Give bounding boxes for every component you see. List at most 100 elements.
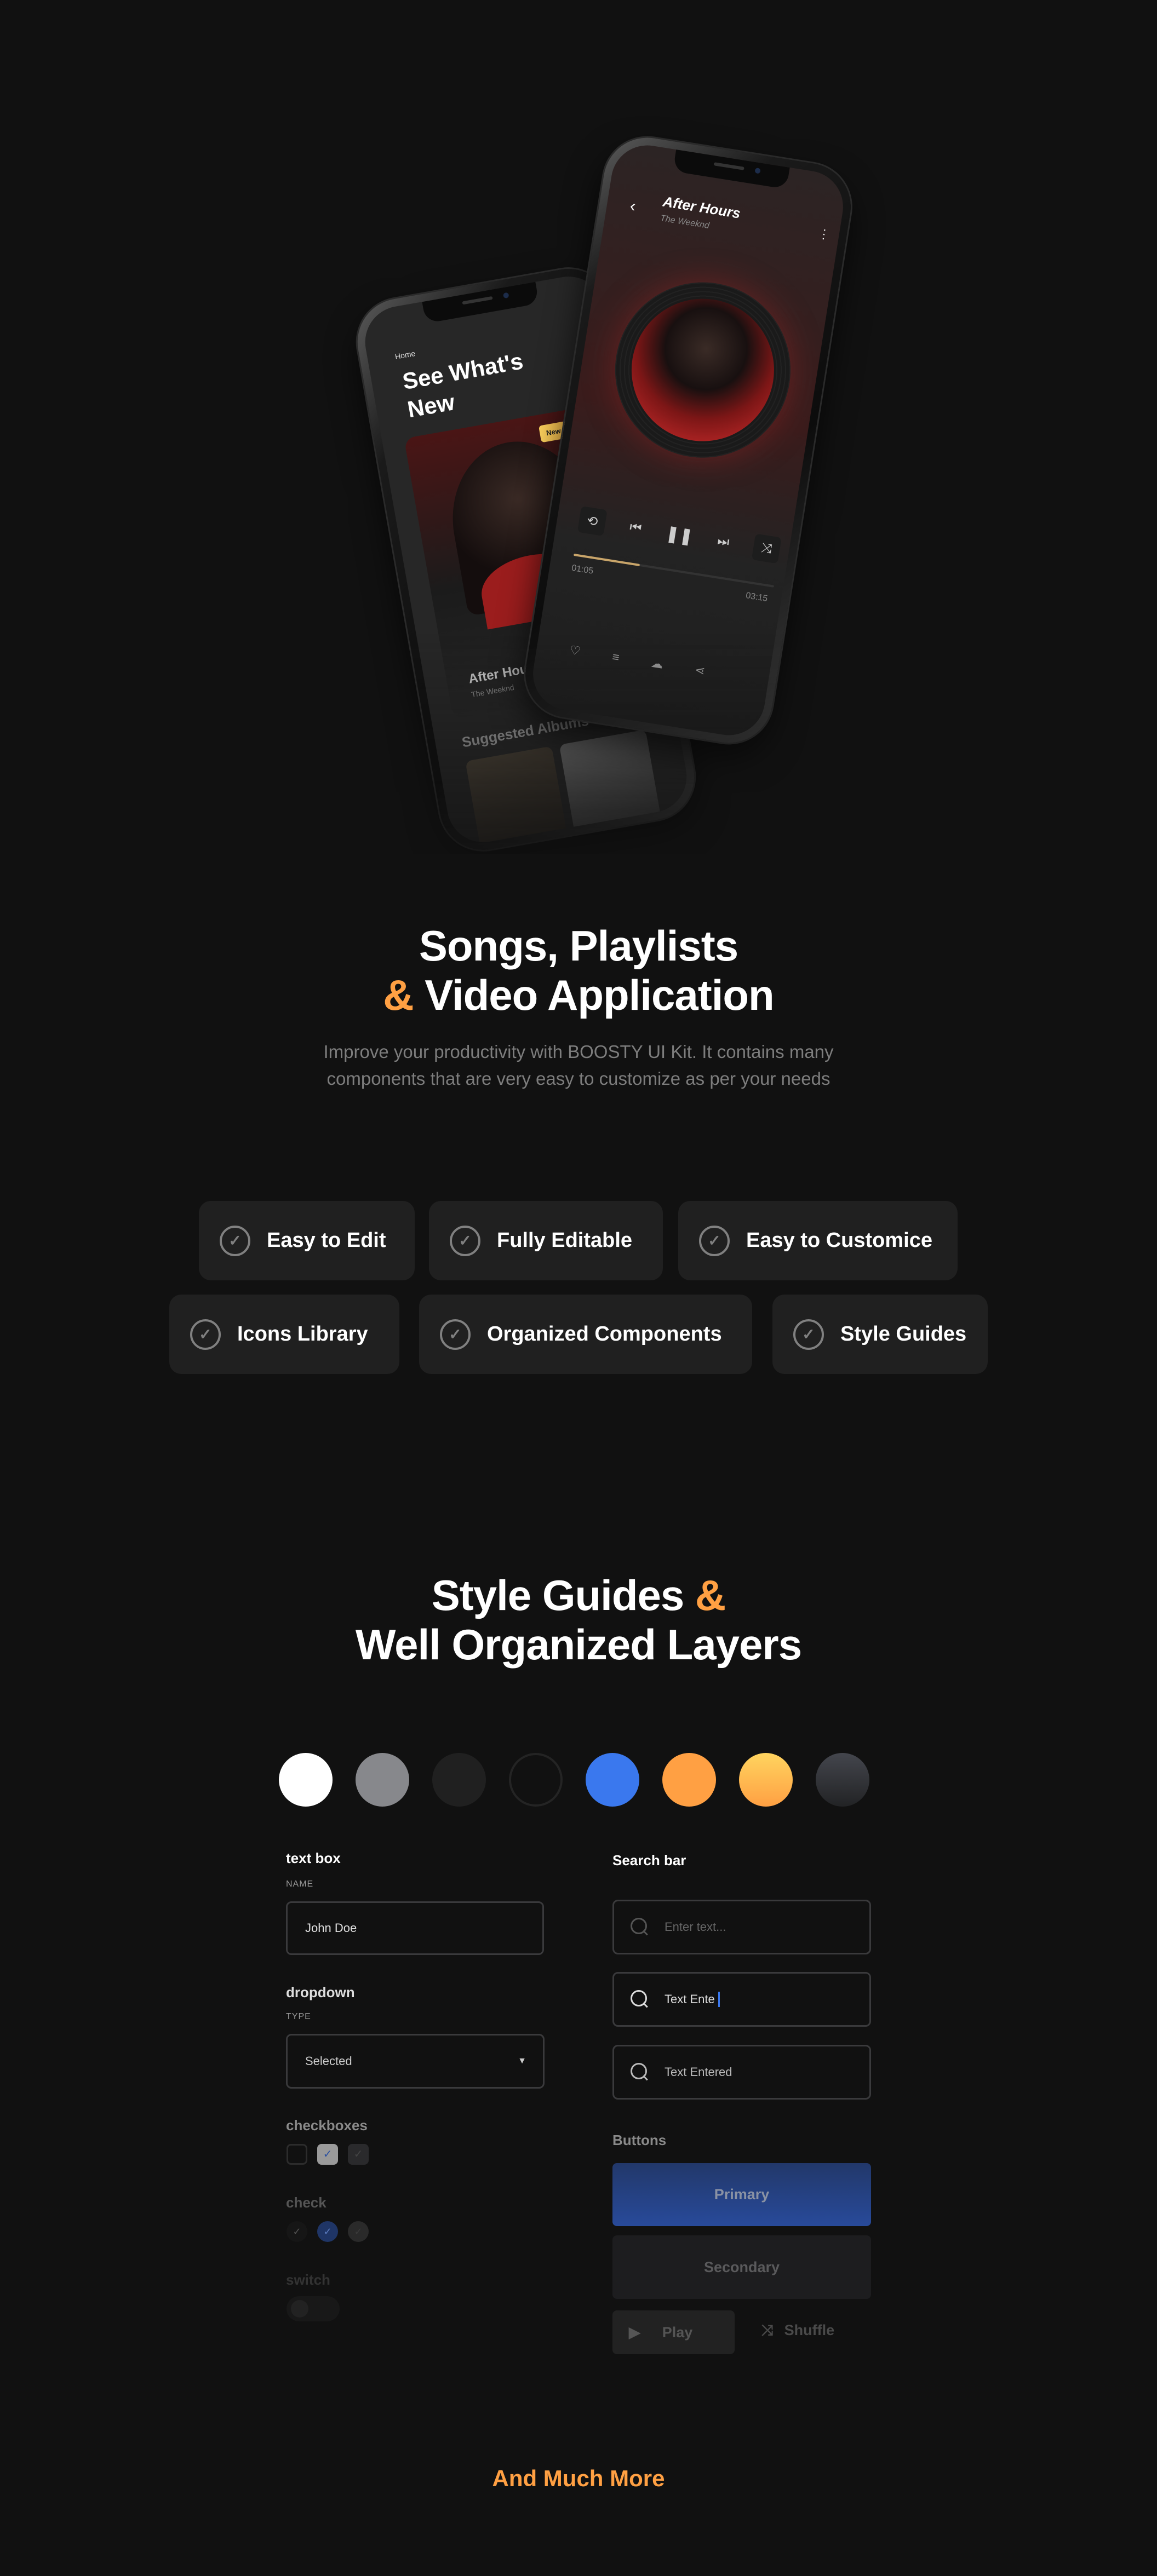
check-circle-icon: ✓: [450, 1225, 480, 1256]
home-title: See What's New: [400, 347, 530, 424]
phone-notch: [422, 281, 540, 324]
progress-fill: [573, 553, 640, 566]
play-icon: ▶: [629, 2324, 640, 2341]
feature-organized-components: ✓ Organized Components: [419, 1295, 752, 1374]
pause-icon[interactable]: ❚❚: [665, 523, 695, 546]
album-art: [621, 288, 784, 452]
play-button-label: Play: [662, 2324, 693, 2341]
primary-button[interactable]: Primary: [612, 2163, 871, 2226]
heart-icon[interactable]: ♡: [569, 643, 581, 659]
checkbox-unchecked[interactable]: [287, 2144, 307, 2165]
feature-easy-to-edit: ✓ Easy to Edit: [199, 1201, 415, 1280]
color-swatch: [739, 1753, 793, 1807]
search-entered-value: Text Entered: [665, 2065, 732, 2079]
check-selected[interactable]: ✓: [317, 2221, 338, 2242]
search-input-empty[interactable]: Enter text...: [612, 1900, 871, 1954]
suggested-album-tile[interactable]: [559, 729, 663, 842]
playback-controls: ⟲ ⏮ ❚❚ ⏭ ⤨: [577, 506, 782, 564]
next-icon[interactable]: ⏭: [717, 533, 731, 550]
search-icon: [631, 2063, 649, 2082]
search-input-entered[interactable]: Text Entered: [612, 2045, 871, 2100]
checkbox-checked[interactable]: ✓: [317, 2144, 338, 2165]
shuffle-button[interactable]: ⤨ Shuffle: [761, 2322, 834, 2339]
and-much-more: And Much More: [492, 2465, 665, 2491]
caret-down-icon: ▼: [518, 2056, 526, 2066]
type-dropdown[interactable]: Selected ▼: [286, 2034, 545, 2089]
color-swatch: [662, 1753, 716, 1807]
search-input-typing[interactable]: Text Ente: [612, 1972, 871, 2027]
hero-mockups: Home See What's New New Album ▶ After Ho…: [0, 0, 1157, 854]
intro-description: Improve your productivity with BOOSTY UI…: [323, 1042, 834, 1089]
style-guides-title-text: Style Guides: [431, 1571, 684, 1619]
total-time: 03:15: [745, 591, 769, 604]
check-circle-icon: ✓: [699, 1225, 730, 1256]
check-disabled[interactable]: ✓: [348, 2221, 369, 2242]
color-swatch: [279, 1753, 333, 1807]
suggested-album-tile[interactable]: [465, 746, 569, 848]
phone-notch: [672, 149, 790, 189]
feature-label: Style Guides: [840, 1323, 967, 1346]
ampersand: &: [383, 971, 414, 1019]
text-cursor: [718, 1992, 720, 2007]
previous-icon[interactable]: ⏮: [628, 519, 643, 536]
feature-label: Easy to Edit: [267, 1229, 386, 1252]
back-chevron-icon[interactable]: ‹: [628, 197, 637, 216]
feature-label: Organized Components: [487, 1323, 722, 1346]
check-heading: check: [286, 2194, 327, 2211]
check-circle-icon: ✓: [440, 1319, 471, 1350]
check-unselected[interactable]: ✓: [287, 2221, 307, 2242]
text-box-heading: text box: [286, 1850, 341, 1866]
feature-fully-editable: ✓ Fully Editable: [429, 1201, 663, 1280]
elapsed-time: 01:05: [571, 563, 594, 576]
share-icon[interactable]: ⋖: [694, 663, 706, 679]
shuffle-icon: ⤨: [761, 2322, 774, 2338]
primary-button-label: Primary: [714, 2186, 770, 2203]
style-guides-title-line2: Well Organized Layers: [355, 1620, 802, 1669]
check-circle-icon: ✓: [793, 1319, 824, 1350]
color-swatch: [509, 1753, 563, 1807]
switch-toggle[interactable]: [287, 2296, 340, 2321]
shuffle-icon[interactable]: ⤨: [751, 533, 782, 564]
checkbox-disabled[interactable]: ✓: [348, 2144, 369, 2165]
name-input-value: John Doe: [305, 1921, 357, 1935]
search-icon: [631, 1918, 649, 1936]
feature-icons-library: ✓ Icons Library: [169, 1295, 399, 1374]
download-cloud-icon[interactable]: ☁: [650, 656, 665, 672]
repeat-icon[interactable]: ⟲: [577, 506, 608, 536]
color-swatch: [816, 1753, 869, 1807]
phone-player: ‹ After Hours The Weeknd · · · ⟲ ⏮ ❚❚ ⏭ ⤨ …: [519, 131, 857, 750]
play-button[interactable]: ▶ Play: [612, 2310, 735, 2354]
search-placeholder: Enter text...: [665, 1920, 726, 1934]
secondary-button-label: Secondary: [703, 2258, 780, 2275]
search-bar-heading: Search bar: [612, 1852, 686, 1868]
color-swatch: [586, 1753, 639, 1807]
secondary-button[interactable]: Secondary: [612, 2235, 871, 2299]
more-options-icon[interactable]: · · ·: [820, 222, 828, 245]
ampersand: &: [695, 1571, 726, 1619]
dropdown-heading: dropdown: [286, 1984, 355, 2000]
player-actions: ♡ ≡ ☁ ⋖: [569, 643, 706, 679]
intro-title: Songs, Playlists & Video Application: [0, 921, 1157, 1020]
style-guides-title: Style Guides & Well Organized Layers: [0, 1571, 1157, 1669]
vinyl-record: [602, 269, 803, 470]
add-to-playlist-icon[interactable]: ≡: [611, 649, 621, 665]
feature-label: Easy to Customice: [746, 1229, 932, 1252]
color-swatch: [356, 1753, 409, 1807]
name-label: NAME: [286, 1879, 314, 1889]
switch-heading: switch: [286, 2272, 330, 2288]
check-circle-icon: ✓: [190, 1319, 221, 1350]
feature-easy-to-customize: ✓ Easy to Customice: [678, 1201, 958, 1280]
intro-title-line2: & Video Application: [0, 970, 1157, 1020]
name-input[interactable]: John Doe: [286, 1901, 544, 1955]
intro-title-line1: Songs, Playlists: [419, 922, 738, 970]
check-circle-icon: ✓: [220, 1225, 250, 1256]
checkboxes-heading: checkboxes: [286, 2117, 368, 2134]
search-typing-value: Text Ente: [665, 1992, 715, 2006]
search-icon: [631, 1990, 649, 2009]
shuffle-button-label: Shuffle: [784, 2322, 835, 2338]
home-breadcrumb: Home: [394, 348, 416, 361]
color-swatch: [432, 1753, 486, 1807]
feature-style-guides: ✓ Style Guides: [772, 1295, 988, 1374]
feature-label: Icons Library: [237, 1323, 368, 1346]
progress-slider[interactable]: [573, 553, 775, 588]
